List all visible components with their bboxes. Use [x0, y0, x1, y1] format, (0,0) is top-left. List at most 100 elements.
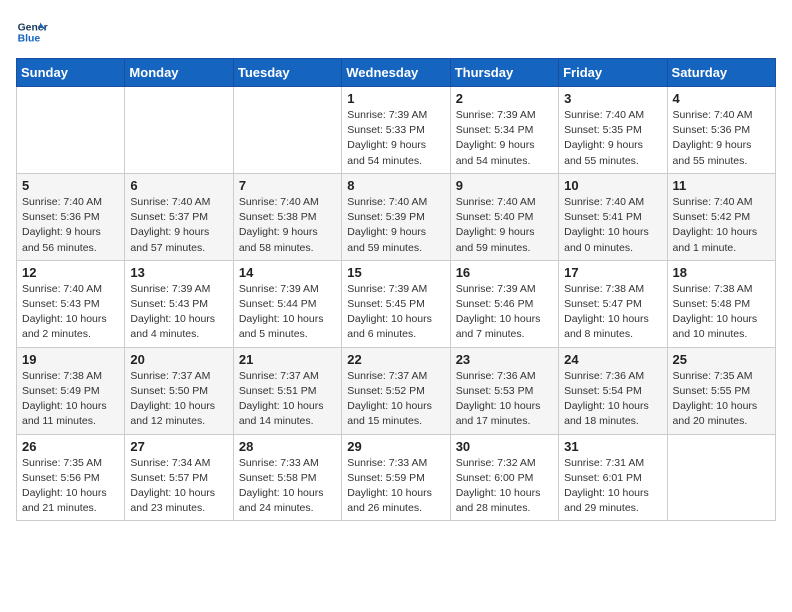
day-info: Sunrise: 7:38 AM Sunset: 5:47 PM Dayligh…: [564, 282, 661, 343]
calendar-cell: 17 Sunrise: 7:38 AM Sunset: 5:47 PM Dayli…: [559, 260, 667, 347]
svg-text:Blue: Blue: [18, 34, 41, 45]
calendar-cell: [667, 434, 775, 521]
day-number: 3: [564, 91, 661, 106]
day-info: Sunrise: 7:35 AM Sunset: 5:55 PM Dayligh…: [673, 369, 770, 430]
day-info: Sunrise: 7:36 AM Sunset: 5:53 PM Dayligh…: [456, 369, 553, 430]
calendar-cell: 28 Sunrise: 7:33 AM Sunset: 5:58 PM Dayli…: [233, 434, 341, 521]
week-row-1: 1 Sunrise: 7:39 AM Sunset: 5:33 PM Daylig…: [17, 87, 776, 174]
day-info: Sunrise: 7:39 AM Sunset: 5:46 PM Dayligh…: [456, 282, 553, 343]
calendar-cell: 31 Sunrise: 7:31 AM Sunset: 6:01 PM Dayli…: [559, 434, 667, 521]
week-row-4: 19Sunrise: 7:38 AM Sunset: 5:49 PM Dayli…: [17, 347, 776, 434]
day-info: Sunrise: 7:40 AM Sunset: 5:40 PM Dayligh…: [456, 195, 553, 256]
day-number: 4: [673, 91, 770, 106]
weekday-header-monday: Monday: [125, 59, 233, 87]
calendar-cell: 13 Sunrise: 7:39 AM Sunset: 5:43 PM Dayli…: [125, 260, 233, 347]
day-info: Sunrise: 7:37 AM Sunset: 5:51 PM Dayligh…: [239, 369, 336, 430]
day-info: Sunrise: 7:39 AM Sunset: 5:44 PM Dayligh…: [239, 282, 336, 343]
logo: General Blue: [16, 16, 48, 48]
weekday-header-friday: Friday: [559, 59, 667, 87]
calendar-cell: 11Sunrise: 7:40 AM Sunset: 5:42 PM Dayli…: [667, 173, 775, 260]
day-info: Sunrise: 7:39 AM Sunset: 5:34 PM Dayligh…: [456, 108, 553, 169]
day-info: Sunrise: 7:33 AM Sunset: 5:59 PM Dayligh…: [347, 456, 444, 517]
day-number: 23: [456, 352, 553, 367]
weekday-header-row: SundayMondayTuesdayWednesdayThursdayFrid…: [17, 59, 776, 87]
day-number: 20: [130, 352, 227, 367]
day-number: 26: [22, 439, 119, 454]
day-info: Sunrise: 7:38 AM Sunset: 5:48 PM Dayligh…: [673, 282, 770, 343]
day-number: 31: [564, 439, 661, 454]
weekday-header-tuesday: Tuesday: [233, 59, 341, 87]
calendar-cell: 23 Sunrise: 7:36 AM Sunset: 5:53 PM Dayli…: [450, 347, 558, 434]
day-number: 1: [347, 91, 444, 106]
calendar-cell: 5 Sunrise: 7:40 AM Sunset: 5:36 PM Daylig…: [17, 173, 125, 260]
calendar-cell: 2Sunrise: 7:39 AM Sunset: 5:34 PM Daylig…: [450, 87, 558, 174]
day-number: 29: [347, 439, 444, 454]
day-info: Sunrise: 7:37 AM Sunset: 5:50 PM Dayligh…: [130, 369, 227, 430]
calendar-cell: 14Sunrise: 7:39 AM Sunset: 5:44 PM Dayli…: [233, 260, 341, 347]
day-info: Sunrise: 7:39 AM Sunset: 5:33 PM Dayligh…: [347, 108, 444, 169]
calendar-cell: 30 Sunrise: 7:32 AM Sunset: 6:00 PM Dayli…: [450, 434, 558, 521]
calendar-cell: 19Sunrise: 7:38 AM Sunset: 5:49 PM Dayli…: [17, 347, 125, 434]
day-info: Sunrise: 7:39 AM Sunset: 5:43 PM Dayligh…: [130, 282, 227, 343]
day-number: 27: [130, 439, 227, 454]
calendar-cell: 3 Sunrise: 7:40 AM Sunset: 5:35 PM Daylig…: [559, 87, 667, 174]
day-info: Sunrise: 7:33 AM Sunset: 5:58 PM Dayligh…: [239, 456, 336, 517]
day-info: Sunrise: 7:34 AM Sunset: 5:57 PM Dayligh…: [130, 456, 227, 517]
calendar-cell: 22Sunrise: 7:37 AM Sunset: 5:52 PM Dayli…: [342, 347, 450, 434]
day-number: 6: [130, 178, 227, 193]
day-number: 18: [673, 265, 770, 280]
weekday-header-wednesday: Wednesday: [342, 59, 450, 87]
calendar-cell: 7 Sunrise: 7:40 AM Sunset: 5:38 PM Daylig…: [233, 173, 341, 260]
day-number: 9: [456, 178, 553, 193]
page-header: General Blue: [16, 16, 776, 48]
day-info: Sunrise: 7:40 AM Sunset: 5:36 PM Dayligh…: [673, 108, 770, 169]
day-info: Sunrise: 7:40 AM Sunset: 5:41 PM Dayligh…: [564, 195, 661, 256]
day-number: 17: [564, 265, 661, 280]
day-number: 30: [456, 439, 553, 454]
calendar-cell: [125, 87, 233, 174]
day-info: Sunrise: 7:35 AM Sunset: 5:56 PM Dayligh…: [22, 456, 119, 517]
calendar-cell: 25 Sunrise: 7:35 AM Sunset: 5:55 PM Dayli…: [667, 347, 775, 434]
day-number: 21: [239, 352, 336, 367]
day-number: 10: [564, 178, 661, 193]
calendar-cell: 26 Sunrise: 7:35 AM Sunset: 5:56 PM Dayli…: [17, 434, 125, 521]
day-info: Sunrise: 7:40 AM Sunset: 5:39 PM Dayligh…: [347, 195, 444, 256]
weekday-header-saturday: Saturday: [667, 59, 775, 87]
calendar-cell: 12 Sunrise: 7:40 AM Sunset: 5:43 PM Dayli…: [17, 260, 125, 347]
day-number: 28: [239, 439, 336, 454]
day-number: 13: [130, 265, 227, 280]
calendar-cell: 21 Sunrise: 7:37 AM Sunset: 5:51 PM Dayli…: [233, 347, 341, 434]
day-info: Sunrise: 7:40 AM Sunset: 5:42 PM Dayligh…: [673, 195, 770, 256]
calendar-cell: 29 Sunrise: 7:33 AM Sunset: 5:59 PM Dayli…: [342, 434, 450, 521]
day-number: 25: [673, 352, 770, 367]
day-number: 7: [239, 178, 336, 193]
calendar-cell: 15Sunrise: 7:39 AM Sunset: 5:45 PM Dayli…: [342, 260, 450, 347]
day-info: Sunrise: 7:40 AM Sunset: 5:37 PM Dayligh…: [130, 195, 227, 256]
day-info: Sunrise: 7:40 AM Sunset: 5:38 PM Dayligh…: [239, 195, 336, 256]
day-info: Sunrise: 7:32 AM Sunset: 6:00 PM Dayligh…: [456, 456, 553, 517]
day-info: Sunrise: 7:36 AM Sunset: 5:54 PM Dayligh…: [564, 369, 661, 430]
weekday-header-sunday: Sunday: [17, 59, 125, 87]
day-info: Sunrise: 7:40 AM Sunset: 5:43 PM Dayligh…: [22, 282, 119, 343]
calendar-cell: 6 Sunrise: 7:40 AM Sunset: 5:37 PM Daylig…: [125, 173, 233, 260]
logo-icon: General Blue: [16, 16, 48, 48]
day-number: 19: [22, 352, 119, 367]
day-number: 24: [564, 352, 661, 367]
calendar-cell: 1 Sunrise: 7:39 AM Sunset: 5:33 PM Daylig…: [342, 87, 450, 174]
day-info: Sunrise: 7:31 AM Sunset: 6:01 PM Dayligh…: [564, 456, 661, 517]
day-info: Sunrise: 7:40 AM Sunset: 5:35 PM Dayligh…: [564, 108, 661, 169]
calendar-cell: 24 Sunrise: 7:36 AM Sunset: 5:54 PM Dayli…: [559, 347, 667, 434]
week-row-2: 5 Sunrise: 7:40 AM Sunset: 5:36 PM Daylig…: [17, 173, 776, 260]
day-number: 16: [456, 265, 553, 280]
weekday-header-thursday: Thursday: [450, 59, 558, 87]
day-number: 8: [347, 178, 444, 193]
day-info: Sunrise: 7:40 AM Sunset: 5:36 PM Dayligh…: [22, 195, 119, 256]
day-number: 12: [22, 265, 119, 280]
day-number: 5: [22, 178, 119, 193]
calendar-cell: [17, 87, 125, 174]
week-row-3: 12 Sunrise: 7:40 AM Sunset: 5:43 PM Dayli…: [17, 260, 776, 347]
calendar-cell: 9 Sunrise: 7:40 AM Sunset: 5:40 PM Daylig…: [450, 173, 558, 260]
day-info: Sunrise: 7:37 AM Sunset: 5:52 PM Dayligh…: [347, 369, 444, 430]
calendar-cell: 20 Sunrise: 7:37 AM Sunset: 5:50 PM Dayli…: [125, 347, 233, 434]
day-number: 15: [347, 265, 444, 280]
